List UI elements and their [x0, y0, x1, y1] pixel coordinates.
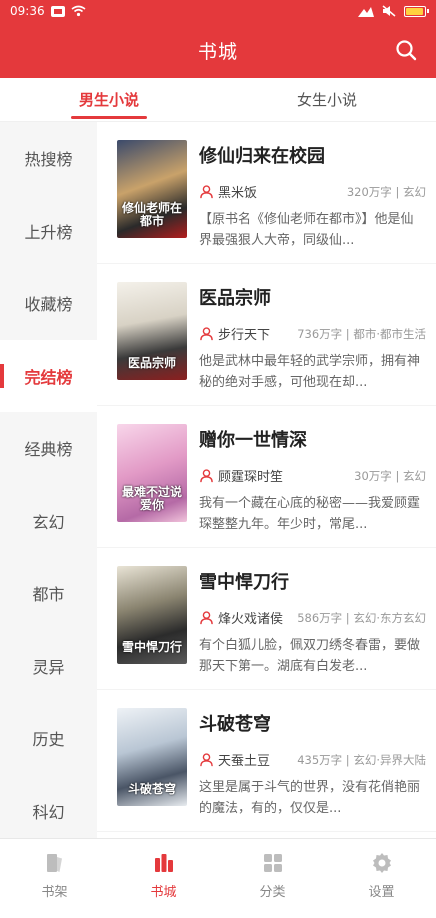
book-meta: 步行天下 736万字 | 都市·都市生活 [199, 324, 426, 343]
book-stats: 30万字 | 玄幻 [354, 468, 426, 483]
notification-icon [50, 5, 65, 17]
book-cover[interactable]: 雪中悍刀行 [117, 566, 187, 664]
book-info: 医品宗师 步行天下 736万字 | 都市·都市生活 他是武林中最年轻的武学宗师，… [199, 282, 426, 405]
author-icon [200, 611, 213, 625]
search-icon[interactable] [394, 38, 418, 62]
book-title[interactable]: 斗破苍穹 [199, 710, 426, 736]
nav-bookshelf[interactable]: 书架 [0, 839, 109, 918]
book-meta: 天蚕土豆 435万字 | 玄幻·异界大陆 [199, 750, 426, 769]
book-info: 赠你一世情深 顾霆琛时笙 30万字 | 玄幻 我有一个藏在心底的秘密——我爱顾霆… [199, 424, 426, 547]
book-description: 这里是属于斗气的世界，没有花俏艳丽的魔法，有的，仅仅是... [199, 780, 421, 816]
book-meta: 烽火戏诸侯 586万字 | 玄幻·东方玄幻 [199, 608, 426, 627]
cover-title: 雪中悍刀行 [121, 639, 182, 654]
book-cover[interactable]: 斗破苍穹 [117, 708, 187, 806]
cover-title: 修仙老师在都市 [121, 200, 182, 228]
signal-icon [358, 7, 374, 17]
nav-settings[interactable]: 设置 [327, 839, 436, 918]
book-stats: 586万字 | 玄幻·东方玄幻 [297, 610, 426, 625]
book-title[interactable]: 修仙归来在校园 [199, 142, 426, 168]
sidebar-item-supernatural[interactable]: 灵异 [0, 630, 97, 703]
bookstore-icon [154, 854, 173, 872]
nav-bookstore[interactable]: 书城 [109, 839, 218, 918]
ranking-sidebar: 热搜榜 上升榜 收藏榜 完结榜 经典榜 玄幻 都市 灵异 历史 科幻 [0, 122, 97, 838]
nav-label: 设置 [368, 885, 395, 900]
book-info: 斗破苍穹 天蚕土豆 435万字 | 玄幻·异界大陆 这里是属于斗气的世界，没有花… [199, 708, 426, 831]
cover-title: 斗破苍穹 [127, 781, 176, 796]
battery-icon [404, 5, 429, 17]
sidebar-item-completed[interactable]: 完结榜 [0, 339, 97, 412]
sidebar-item-hot-search[interactable]: 热搜榜 [0, 122, 97, 195]
sidebar-item-scifi[interactable]: 科幻 [0, 775, 97, 848]
sidebar-item-history[interactable]: 历史 [0, 702, 97, 775]
nav-label: 书架 [41, 885, 68, 900]
book-item[interactable]: 修仙老师在都市 修仙归来在校园 黑米饭 320万字 | 玄幻 【原书名《修仙老师… [97, 122, 436, 264]
tab-male-novels[interactable]: 男生小说 [0, 78, 218, 121]
book-info: 雪中悍刀行 烽火戏诸侯 586万字 | 玄幻·东方玄幻 有个白狐儿脸，佩双刀绣冬… [199, 566, 426, 689]
book-meta: 顾霆琛时笙 30万字 | 玄幻 [199, 466, 426, 485]
sidebar-item-urban[interactable]: 都市 [0, 557, 97, 630]
nav-label: 书城 [150, 885, 177, 900]
sidebar-item-favorites[interactable]: 收藏榜 [0, 267, 97, 340]
app-bar: 书城 [0, 22, 436, 78]
bottom-nav: 书架 书城 分类 设置 [0, 838, 436, 918]
tab-female-novels[interactable]: 女生小说 [218, 78, 436, 121]
book-author: 天蚕土豆 [218, 754, 271, 769]
bookshelf-icon [46, 854, 62, 872]
settings-icon [372, 853, 391, 873]
author-icon [200, 327, 213, 341]
book-info: 修仙归来在校园 黑米饭 320万字 | 玄幻 【原书名《修仙老师在都市》】他是仙… [199, 140, 426, 263]
book-title[interactable]: 医品宗师 [199, 284, 426, 310]
book-description: 【原书名《修仙老师在都市》】他是仙界最强狠人大帝，同级仙... [199, 212, 414, 248]
book-cover[interactable]: 修仙老师在都市 [117, 140, 187, 238]
cover-title: 最难不过说爱你 [121, 484, 182, 512]
status-bar: 09:36 [0, 0, 436, 22]
book-cover[interactable]: 医品宗师 [117, 282, 187, 380]
book-description: 他是武林中最年轻的武学宗师，拥有神秘的绝对手感，可他现在却... [199, 354, 421, 390]
author-icon [200, 469, 213, 483]
author-icon [200, 753, 213, 767]
sidebar-item-rising[interactable]: 上升榜 [0, 195, 97, 268]
nav-category[interactable]: 分类 [218, 839, 327, 918]
book-title[interactable]: 赠你一世情深 [199, 426, 426, 452]
nav-label: 分类 [259, 885, 286, 900]
cover-title: 医品宗师 [127, 355, 176, 370]
status-time: 09:36 [10, 4, 45, 18]
author-icon [200, 185, 213, 199]
gender-tabs: 男生小说 女生小说 [0, 78, 436, 122]
category-icon [263, 854, 282, 872]
book-author: 顾霆琛时笙 [218, 470, 284, 485]
book-list: 修仙老师在都市 修仙归来在校园 黑米饭 320万字 | 玄幻 【原书名《修仙老师… [97, 122, 436, 838]
book-stats: 320万字 | 玄幻 [346, 184, 426, 199]
book-item[interactable]: 斗破苍穹 斗破苍穹 天蚕土豆 435万字 | 玄幻·异界大陆 这里是属于斗气的世… [97, 690, 436, 832]
mute-icon [382, 5, 396, 17]
book-author: 烽火戏诸侯 [218, 612, 284, 627]
book-stats: 736万字 | 都市·都市生活 [297, 326, 426, 341]
book-author: 黑米饭 [218, 186, 258, 201]
wifi-icon [71, 5, 86, 17]
sidebar-item-classic[interactable]: 经典榜 [0, 412, 97, 485]
book-meta: 黑米饭 320万字 | 玄幻 [199, 182, 426, 201]
page-title: 书城 [197, 40, 238, 63]
book-item[interactable]: 雪中悍刀行 雪中悍刀行 烽火戏诸侯 586万字 | 玄幻·东方玄幻 有个白狐儿脸… [97, 548, 436, 690]
book-item[interactable]: 最难不过说爱你 赠你一世情深 顾霆琛时笙 30万字 | 玄幻 我有一个藏在心底的… [97, 406, 436, 548]
book-title[interactable]: 雪中悍刀行 [199, 568, 426, 594]
book-author: 步行天下 [218, 328, 271, 343]
book-description: 我有一个藏在心底的秘密——我爱顾霆琛整整九年。年少时，常尾... [199, 496, 421, 532]
book-item[interactable]: 医品宗师 医品宗师 步行天下 736万字 | 都市·都市生活 他是武林中最年轻的… [97, 264, 436, 406]
book-cover[interactable]: 最难不过说爱你 [117, 424, 187, 522]
sidebar-item-fantasy[interactable]: 玄幻 [0, 485, 97, 558]
book-description: 有个白狐儿脸，佩双刀绣冬春雷，要做那天下第一。湖底有白发老... [199, 638, 421, 674]
book-stats: 435万字 | 玄幻·异界大陆 [297, 752, 426, 767]
